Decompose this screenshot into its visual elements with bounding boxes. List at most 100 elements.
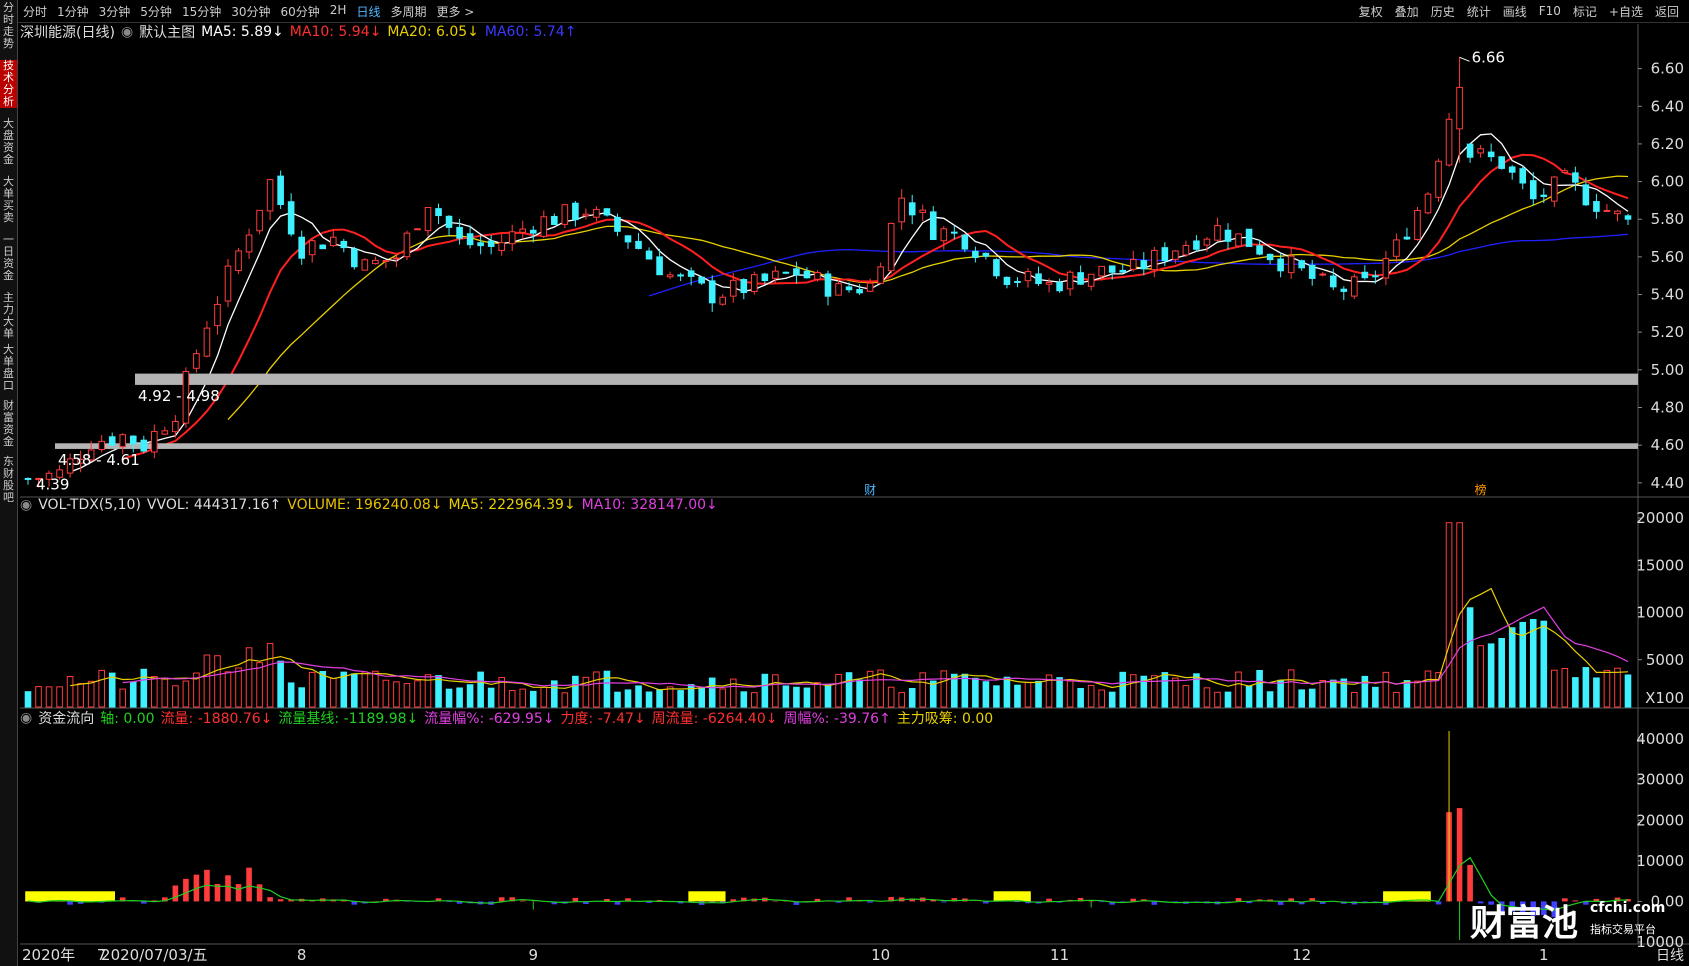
volume-bar	[1087, 684, 1095, 708]
candle-body	[1045, 282, 1053, 285]
volume-bar	[435, 675, 442, 708]
volume-bar	[645, 691, 653, 708]
candle-body	[614, 216, 621, 232]
volume-bar	[1593, 677, 1600, 708]
candle-body	[940, 228, 948, 242]
volume-bar	[414, 680, 421, 708]
ma5-line	[69, 133, 1629, 473]
candle-body	[319, 244, 327, 250]
volume-bar	[635, 685, 642, 708]
flow-bar	[172, 885, 179, 902]
volume-bar	[1108, 691, 1116, 708]
vol-legend: ◉ VOL-TDX(5,10) VVOL: 444317.16↑ VOLUME:…	[20, 496, 724, 514]
volume-bar	[108, 672, 116, 708]
flow-bar	[183, 878, 189, 902]
absorb-block	[688, 891, 726, 902]
candle-body	[1593, 201, 1600, 212]
event-marker: 榜	[1475, 482, 1487, 497]
candle-body	[1056, 282, 1063, 292]
candle-body	[161, 430, 169, 435]
price-tick-label: 4.40	[1651, 474, 1684, 492]
candle-body	[508, 231, 516, 245]
volume-bar	[1256, 669, 1263, 708]
candle-body	[666, 274, 674, 278]
volume-bar	[1161, 672, 1169, 708]
candle-body	[929, 211, 937, 240]
volume-bar	[372, 670, 379, 708]
volume-bar	[393, 681, 400, 708]
candle-body	[424, 206, 432, 232]
volume-bar	[529, 690, 537, 708]
volume-bar	[782, 685, 790, 708]
ma60-value: MA60: 5.74↑	[484, 24, 577, 40]
candle-body	[1466, 143, 1474, 158]
volume-bar	[277, 660, 284, 708]
candle-body	[845, 286, 853, 291]
volume-bar	[1172, 677, 1179, 708]
candle-body	[719, 296, 727, 305]
volume-bar	[1424, 670, 1432, 708]
candle-body	[1193, 240, 1200, 250]
flow-bar	[572, 897, 579, 902]
flow-bar	[772, 900, 779, 902]
candle-body	[866, 282, 874, 292]
volume-bar	[266, 642, 274, 708]
flow-bar	[225, 875, 231, 902]
volume-bar	[1024, 681, 1032, 708]
template-icon[interactable]: ◉	[121, 24, 133, 40]
volume-bar	[256, 662, 263, 708]
volume-bar	[77, 683, 84, 708]
candle-body	[487, 240, 495, 247]
high-pointer	[1459, 56, 1470, 62]
candle-body	[1624, 215, 1632, 220]
volume-bar	[1056, 677, 1063, 708]
template-name[interactable]: 默认主图	[139, 22, 195, 42]
candle-body	[1603, 209, 1611, 212]
candle-body	[340, 240, 348, 249]
candle-body	[1393, 239, 1400, 257]
candle-body	[1456, 86, 1463, 130]
vol-icon[interactable]: ◉	[20, 497, 32, 513]
flow-bar	[940, 901, 947, 903]
volume-bar	[1298, 689, 1305, 708]
candle-body	[1129, 259, 1137, 270]
flow-bar	[267, 897, 273, 902]
candle-body	[898, 197, 905, 223]
flow-base: 流量基线: -1189.98↓	[278, 711, 419, 727]
candle-body	[529, 229, 537, 234]
volume-bar	[1529, 619, 1537, 708]
volume-bar	[1035, 680, 1042, 708]
volume-bar	[151, 676, 158, 708]
candle-body	[1582, 184, 1590, 206]
volume-bar	[24, 691, 32, 708]
x-axis-label: 1	[1539, 946, 1549, 964]
candle-body	[1445, 118, 1453, 166]
volume-bar	[1151, 675, 1158, 708]
volume-bar	[856, 679, 863, 708]
flow-bar	[498, 897, 505, 902]
stock-chart[interactable]: 6.60 6.40 6.20 6.00 5.80 5.60 5.40 5.20 5.00 4.80…	[0, 0, 1689, 966]
flow-legend: ◉ 资金流向 轴: 0.00 流量: -1880.76↓ 流量基线: -1189…	[20, 709, 999, 727]
volume-bar	[98, 669, 105, 708]
price-tick-label: 5.40	[1651, 286, 1684, 304]
volume-bar	[656, 689, 663, 708]
candle-body	[214, 303, 221, 327]
candle-body	[824, 273, 832, 297]
volume-bar	[487, 687, 495, 708]
volume-bar	[1614, 667, 1621, 708]
candle-body	[1098, 265, 1105, 277]
price-tick-label: 5.80	[1651, 210, 1684, 228]
flow-amp: 流量幅%: -629.95↓	[424, 711, 555, 727]
candle-body	[803, 270, 811, 279]
flow-bar	[67, 901, 73, 905]
candle-body	[814, 272, 821, 280]
candle-body	[435, 208, 442, 217]
volume-bar	[1003, 676, 1011, 708]
volume-bar	[56, 686, 63, 708]
volume-bar	[445, 688, 453, 708]
volume-bar	[1235, 671, 1242, 708]
flow-icon[interactable]: ◉	[20, 710, 32, 726]
watermark-site: cfchi.com	[1590, 900, 1665, 916]
volume-bar	[1540, 620, 1548, 708]
price-tick-label: 5.20	[1651, 323, 1684, 341]
